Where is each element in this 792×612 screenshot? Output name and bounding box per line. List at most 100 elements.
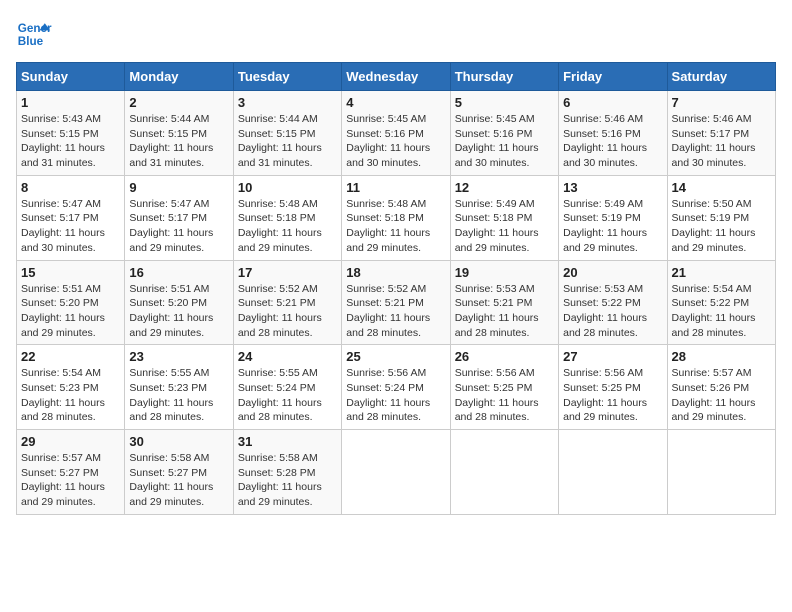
calendar-week-row: 8 Sunrise: 5:47 AMSunset: 5:17 PMDayligh… (17, 175, 776, 260)
day-info: Sunrise: 5:47 AMSunset: 5:17 PMDaylight:… (21, 197, 120, 256)
day-info: Sunrise: 5:56 AMSunset: 5:25 PMDaylight:… (455, 366, 554, 425)
calendar-day: 13 Sunrise: 5:49 AMSunset: 5:19 PMDaylig… (559, 175, 667, 260)
empty-day (450, 430, 558, 515)
day-info: Sunrise: 5:58 AMSunset: 5:27 PMDaylight:… (129, 451, 228, 510)
header-row: SundayMondayTuesdayWednesdayThursdayFrid… (17, 63, 776, 91)
weekday-header: Friday (559, 63, 667, 91)
calendar-day: 22 Sunrise: 5:54 AMSunset: 5:23 PMDaylig… (17, 345, 125, 430)
day-info: Sunrise: 5:55 AMSunset: 5:23 PMDaylight:… (129, 366, 228, 425)
day-number: 18 (346, 265, 445, 280)
day-info: Sunrise: 5:50 AMSunset: 5:19 PMDaylight:… (672, 197, 771, 256)
day-number: 29 (21, 434, 120, 449)
day-number: 7 (672, 95, 771, 110)
day-info: Sunrise: 5:51 AMSunset: 5:20 PMDaylight:… (21, 282, 120, 341)
day-info: Sunrise: 5:48 AMSunset: 5:18 PMDaylight:… (238, 197, 337, 256)
day-number: 31 (238, 434, 337, 449)
day-info: Sunrise: 5:52 AMSunset: 5:21 PMDaylight:… (238, 282, 337, 341)
day-number: 20 (563, 265, 662, 280)
day-number: 27 (563, 349, 662, 364)
day-info: Sunrise: 5:46 AMSunset: 5:17 PMDaylight:… (672, 112, 771, 171)
day-info: Sunrise: 5:56 AMSunset: 5:25 PMDaylight:… (563, 366, 662, 425)
day-number: 8 (21, 180, 120, 195)
calendar-day: 2 Sunrise: 5:44 AMSunset: 5:15 PMDayligh… (125, 91, 233, 176)
weekday-header: Tuesday (233, 63, 341, 91)
calendar-week-row: 22 Sunrise: 5:54 AMSunset: 5:23 PMDaylig… (17, 345, 776, 430)
day-number: 30 (129, 434, 228, 449)
calendar-day: 3 Sunrise: 5:44 AMSunset: 5:15 PMDayligh… (233, 91, 341, 176)
day-number: 5 (455, 95, 554, 110)
day-info: Sunrise: 5:54 AMSunset: 5:22 PMDaylight:… (672, 282, 771, 341)
empty-day (667, 430, 775, 515)
weekday-header: Wednesday (342, 63, 450, 91)
day-info: Sunrise: 5:44 AMSunset: 5:15 PMDaylight:… (238, 112, 337, 171)
calendar-day: 24 Sunrise: 5:55 AMSunset: 5:24 PMDaylig… (233, 345, 341, 430)
day-number: 3 (238, 95, 337, 110)
day-number: 23 (129, 349, 228, 364)
day-info: Sunrise: 5:43 AMSunset: 5:15 PMDaylight:… (21, 112, 120, 171)
day-number: 1 (21, 95, 120, 110)
day-number: 26 (455, 349, 554, 364)
day-info: Sunrise: 5:49 AMSunset: 5:19 PMDaylight:… (563, 197, 662, 256)
day-number: 13 (563, 180, 662, 195)
day-number: 16 (129, 265, 228, 280)
weekday-header: Thursday (450, 63, 558, 91)
empty-day (342, 430, 450, 515)
calendar-day: 25 Sunrise: 5:56 AMSunset: 5:24 PMDaylig… (342, 345, 450, 430)
calendar-day: 9 Sunrise: 5:47 AMSunset: 5:17 PMDayligh… (125, 175, 233, 260)
day-info: Sunrise: 5:45 AMSunset: 5:16 PMDaylight:… (455, 112, 554, 171)
day-number: 24 (238, 349, 337, 364)
calendar-day: 1 Sunrise: 5:43 AMSunset: 5:15 PMDayligh… (17, 91, 125, 176)
day-number: 12 (455, 180, 554, 195)
calendar-week-row: 1 Sunrise: 5:43 AMSunset: 5:15 PMDayligh… (17, 91, 776, 176)
day-number: 25 (346, 349, 445, 364)
day-info: Sunrise: 5:56 AMSunset: 5:24 PMDaylight:… (346, 366, 445, 425)
weekday-header: Sunday (17, 63, 125, 91)
calendar-day: 6 Sunrise: 5:46 AMSunset: 5:16 PMDayligh… (559, 91, 667, 176)
calendar-day: 21 Sunrise: 5:54 AMSunset: 5:22 PMDaylig… (667, 260, 775, 345)
day-number: 6 (563, 95, 662, 110)
calendar-day: 12 Sunrise: 5:49 AMSunset: 5:18 PMDaylig… (450, 175, 558, 260)
day-info: Sunrise: 5:47 AMSunset: 5:17 PMDaylight:… (129, 197, 228, 256)
day-number: 11 (346, 180, 445, 195)
logo: General Blue (16, 16, 52, 52)
day-info: Sunrise: 5:52 AMSunset: 5:21 PMDaylight:… (346, 282, 445, 341)
calendar-day: 29 Sunrise: 5:57 AMSunset: 5:27 PMDaylig… (17, 430, 125, 515)
day-info: Sunrise: 5:58 AMSunset: 5:28 PMDaylight:… (238, 451, 337, 510)
calendar-table: SundayMondayTuesdayWednesdayThursdayFrid… (16, 62, 776, 515)
day-number: 4 (346, 95, 445, 110)
day-number: 22 (21, 349, 120, 364)
day-info: Sunrise: 5:55 AMSunset: 5:24 PMDaylight:… (238, 366, 337, 425)
calendar-day: 28 Sunrise: 5:57 AMSunset: 5:26 PMDaylig… (667, 345, 775, 430)
day-number: 28 (672, 349, 771, 364)
calendar-day: 5 Sunrise: 5:45 AMSunset: 5:16 PMDayligh… (450, 91, 558, 176)
day-info: Sunrise: 5:57 AMSunset: 5:27 PMDaylight:… (21, 451, 120, 510)
calendar-day: 18 Sunrise: 5:52 AMSunset: 5:21 PMDaylig… (342, 260, 450, 345)
day-info: Sunrise: 5:48 AMSunset: 5:18 PMDaylight:… (346, 197, 445, 256)
calendar-day: 19 Sunrise: 5:53 AMSunset: 5:21 PMDaylig… (450, 260, 558, 345)
day-info: Sunrise: 5:57 AMSunset: 5:26 PMDaylight:… (672, 366, 771, 425)
calendar-day: 16 Sunrise: 5:51 AMSunset: 5:20 PMDaylig… (125, 260, 233, 345)
weekday-header: Saturday (667, 63, 775, 91)
calendar-week-row: 15 Sunrise: 5:51 AMSunset: 5:20 PMDaylig… (17, 260, 776, 345)
day-info: Sunrise: 5:53 AMSunset: 5:21 PMDaylight:… (455, 282, 554, 341)
day-number: 14 (672, 180, 771, 195)
day-info: Sunrise: 5:49 AMSunset: 5:18 PMDaylight:… (455, 197, 554, 256)
day-number: 10 (238, 180, 337, 195)
day-number: 15 (21, 265, 120, 280)
day-number: 21 (672, 265, 771, 280)
header: General Blue (16, 16, 776, 52)
calendar-day: 23 Sunrise: 5:55 AMSunset: 5:23 PMDaylig… (125, 345, 233, 430)
calendar-day: 26 Sunrise: 5:56 AMSunset: 5:25 PMDaylig… (450, 345, 558, 430)
empty-day (559, 430, 667, 515)
calendar-day: 31 Sunrise: 5:58 AMSunset: 5:28 PMDaylig… (233, 430, 341, 515)
day-info: Sunrise: 5:44 AMSunset: 5:15 PMDaylight:… (129, 112, 228, 171)
calendar-day: 15 Sunrise: 5:51 AMSunset: 5:20 PMDaylig… (17, 260, 125, 345)
calendar-day: 10 Sunrise: 5:48 AMSunset: 5:18 PMDaylig… (233, 175, 341, 260)
calendar-day: 14 Sunrise: 5:50 AMSunset: 5:19 PMDaylig… (667, 175, 775, 260)
logo-icon: General Blue (16, 16, 52, 52)
day-number: 9 (129, 180, 228, 195)
day-info: Sunrise: 5:54 AMSunset: 5:23 PMDaylight:… (21, 366, 120, 425)
calendar-day: 4 Sunrise: 5:45 AMSunset: 5:16 PMDayligh… (342, 91, 450, 176)
svg-text:Blue: Blue (18, 35, 44, 48)
calendar-day: 20 Sunrise: 5:53 AMSunset: 5:22 PMDaylig… (559, 260, 667, 345)
